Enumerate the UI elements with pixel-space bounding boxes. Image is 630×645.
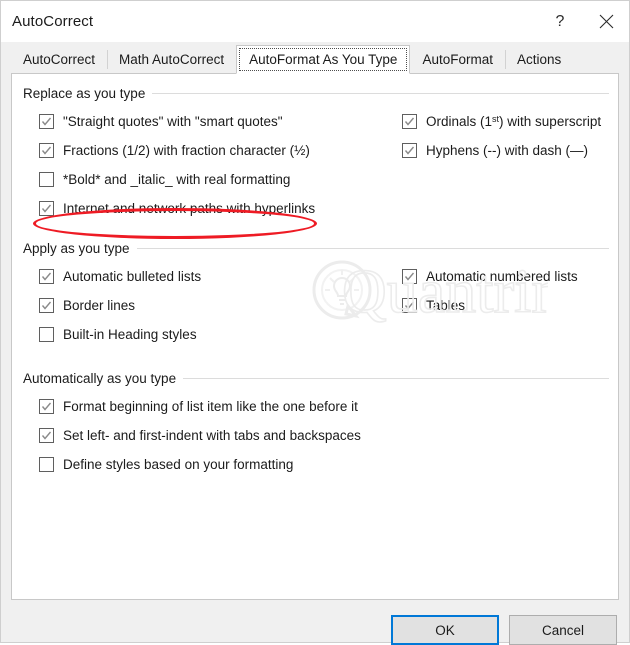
tab-autoformat-as-you-type[interactable]: AutoFormat As You Type <box>236 45 411 74</box>
group-rows-apply: Automatic bulleted lists Border lines Bu… <box>12 263 618 355</box>
checkbox-hyphens[interactable] <box>402 143 417 158</box>
tab-autocorrect[interactable]: AutoCorrect <box>11 46 107 73</box>
ordinals-label-post: ) with superscript <box>499 114 602 129</box>
checkbox-label-format-beginning-of-list-item: Format beginning of list item like the o… <box>63 399 358 414</box>
checkbox-row-hyphens[interactable]: Hyphens (--) with dash (—) <box>402 141 588 165</box>
help-icon[interactable]: ? <box>537 1 583 42</box>
tab-actions[interactable]: Actions <box>504 46 573 73</box>
group-apply-as-you-type: Apply as you type Automatic bulleted lis… <box>12 241 618 355</box>
group-title-automatically: Automatically as you type <box>23 371 177 386</box>
checkbox-row-ordinals[interactable]: Ordinals (1st) with superscript <box>402 112 601 136</box>
title-bar: AutoCorrect ? <box>1 1 629 42</box>
checkbox-smart-quotes[interactable] <box>39 114 54 129</box>
group-rows-replace: "Straight quotes" with "smart quotes" Fr… <box>12 108 618 228</box>
group-header-automatically: Automatically as you type <box>12 371 618 386</box>
checkbox-label-ordinals: Ordinals (1st) with superscript <box>426 112 601 131</box>
checkbox-border-lines[interactable] <box>39 298 54 313</box>
dialog-footer: OK Cancel <box>1 600 629 645</box>
checkbox-automatic-bulleted-lists[interactable] <box>39 269 54 284</box>
checkbox-set-left-and-first-indent[interactable] <box>39 428 54 443</box>
checkbox-label-smart-quotes: "Straight quotes" with "smart quotes" <box>63 114 283 129</box>
checkbox-row-automatic-bulleted-lists[interactable]: Automatic bulleted lists <box>39 267 201 291</box>
autocorrect-dialog: AutoCorrect ? AutoCorrect Math AutoCorre… <box>0 0 630 645</box>
close-icon[interactable] <box>583 1 629 42</box>
checkbox-row-define-styles[interactable]: Define styles based on your formatting <box>39 455 293 479</box>
checkbox-label-set-left-and-first-indent: Set left- and first-indent with tabs and… <box>63 428 361 443</box>
checkbox-row-set-left-and-first-indent[interactable]: Set left- and first-indent with tabs and… <box>39 426 361 450</box>
group-rule <box>136 248 609 249</box>
checkbox-label-tables: Tables <box>426 298 466 313</box>
checkbox-row-border-lines[interactable]: Border lines <box>39 296 135 320</box>
checkbox-label-automatic-bulleted-lists: Automatic bulleted lists <box>63 269 202 284</box>
group-rule <box>183 378 609 379</box>
checkbox-label-border-lines: Border lines <box>63 298 136 313</box>
group-title-apply: Apply as you type <box>23 241 130 256</box>
checkbox-bold-italic[interactable] <box>39 172 54 187</box>
checkbox-row-internet-paths[interactable]: Internet and network paths with hyperlin… <box>39 199 315 223</box>
checkbox-label-builtin-heading-styles: Built-in Heading styles <box>63 327 197 342</box>
checkbox-label-bold-italic: *Bold* and _italic_ with real formatting <box>63 172 291 187</box>
checkbox-define-styles[interactable] <box>39 457 54 472</box>
checkbox-label-fractions: Fractions (1/2) with fraction character … <box>63 143 310 158</box>
group-rule <box>152 93 609 94</box>
ordinals-label-pre: Ordinals (1 <box>426 114 493 129</box>
checkbox-row-automatic-numbered-lists[interactable]: Automatic numbered lists <box>402 267 578 291</box>
checkbox-builtin-heading-styles[interactable] <box>39 327 54 342</box>
checkbox-internet-paths[interactable] <box>39 201 54 216</box>
tab-math-autocorrect[interactable]: Math AutoCorrect <box>107 46 236 73</box>
tab-strip: AutoCorrect Math AutoCorrect AutoFormat … <box>1 42 629 74</box>
checkbox-label-define-styles: Define styles based on your formatting <box>63 457 294 472</box>
window-title: AutoCorrect <box>12 13 94 30</box>
checkbox-ordinals[interactable] <box>402 114 417 129</box>
group-title-replace: Replace as you type <box>23 86 146 101</box>
cancel-button[interactable]: Cancel <box>509 615 617 645</box>
checkbox-automatic-numbered-lists[interactable] <box>402 269 417 284</box>
checkbox-label-automatic-numbered-lists: Automatic numbered lists <box>426 269 578 284</box>
group-replace-as-you-type: Replace as you type "Straight quotes" wi… <box>12 86 618 228</box>
checkbox-format-beginning-of-list-item[interactable] <box>39 399 54 414</box>
checkbox-row-builtin-heading-styles[interactable]: Built-in Heading styles <box>39 325 197 349</box>
checkbox-row-format-beginning-of-list-item[interactable]: Format beginning of list item like the o… <box>39 397 358 421</box>
group-automatically-as-you-type: Automatically as you type Format beginni… <box>12 371 618 485</box>
checkbox-row-bold-italic[interactable]: *Bold* and _italic_ with real formatting <box>39 170 290 194</box>
title-bar-buttons: ? <box>537 1 629 42</box>
checkbox-fractions[interactable] <box>39 143 54 158</box>
tab-autoformat[interactable]: AutoFormat <box>410 46 505 73</box>
tab-autoformat-as-you-type-label: AutoFormat As You Type <box>249 52 398 67</box>
tab-content-panel: Quantrimang Replace as you type "Straigh… <box>11 73 619 600</box>
checkbox-row-smart-quotes[interactable]: "Straight quotes" with "smart quotes" <box>39 112 283 136</box>
ok-button[interactable]: OK <box>391 615 499 645</box>
checkbox-row-tables[interactable]: Tables <box>402 296 465 320</box>
group-header-apply: Apply as you type <box>12 241 618 256</box>
checkbox-label-hyphens: Hyphens (--) with dash (—) <box>426 143 589 158</box>
group-header-replace: Replace as you type <box>12 86 618 101</box>
checkbox-label-internet-paths: Internet and network paths with hyperlin… <box>63 201 316 216</box>
ordinals-label-superscript: st <box>492 114 500 124</box>
checkbox-tables[interactable] <box>402 298 417 313</box>
checkbox-row-fractions[interactable]: Fractions (1/2) with fraction character … <box>39 141 310 165</box>
group-rows-automatically: Format beginning of list item like the o… <box>12 393 618 485</box>
